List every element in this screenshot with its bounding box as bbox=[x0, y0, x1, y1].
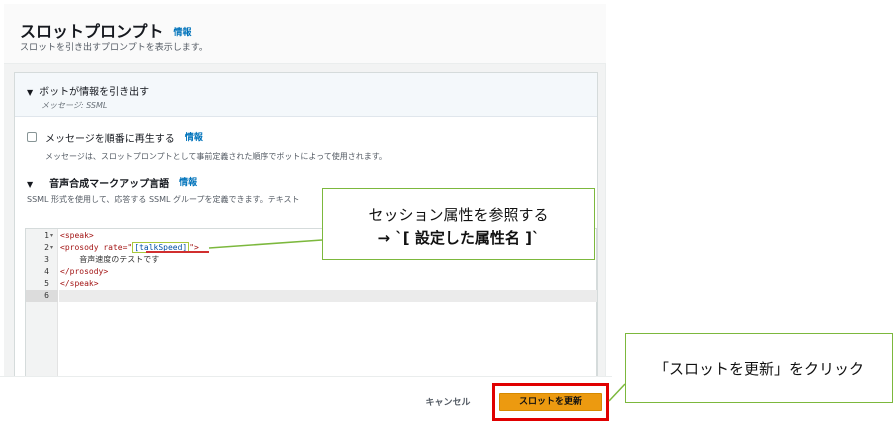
play-in-order-label: メッセージを順番に再生する 情報 bbox=[45, 130, 203, 145]
page-title: スロットプロンプト 情報 bbox=[20, 18, 192, 42]
code-token: </speak> bbox=[60, 279, 99, 288]
code-token: <prosody rate=" bbox=[60, 243, 133, 252]
cancel-button[interactable]: キャンセル bbox=[413, 393, 483, 413]
callout-text: → `[ 設定した属性名 ]` bbox=[377, 229, 540, 247]
panel-footer: キャンセル スロットを更新 bbox=[0, 376, 612, 429]
ssml-title-text: 音声合成マークアップ言語 bbox=[49, 179, 170, 190]
ssml-section-title[interactable]: ▼ 音声合成マークアップ言語 情報 bbox=[27, 175, 197, 190]
accordion-subtitle: メッセージ: SSML bbox=[41, 101, 108, 110]
fold-toggle-icon[interactable]: ▾ bbox=[50, 242, 53, 254]
update-slot-button[interactable]: スロットを更新 bbox=[499, 393, 602, 411]
code-token: 音声速度のテストです bbox=[60, 255, 160, 264]
fold-toggle-icon[interactable]: ▾ bbox=[50, 230, 53, 242]
play-in-order-label-text: メッセージを順番に再生する bbox=[45, 134, 175, 145]
code-line-3: 音声速度のテストです bbox=[60, 254, 159, 266]
line-number: 2 bbox=[44, 243, 49, 252]
code-line-1: <speak> bbox=[60, 230, 94, 242]
header-info-link[interactable]: 情報 bbox=[174, 28, 192, 38]
callout-text: セッション属性を参照する bbox=[368, 206, 549, 224]
code-line-4: </prosody> bbox=[60, 266, 108, 278]
line-number: 1 bbox=[44, 231, 49, 240]
page-subtitle: スロットを引き出すプロンプトを表示します。 bbox=[20, 43, 208, 53]
ssml-info-link[interactable]: 情報 bbox=[179, 178, 197, 188]
accordion-title: ▼ ボットが情報を引き出す bbox=[27, 83, 149, 98]
line-number: 5 bbox=[44, 279, 49, 288]
code-token: </prosody> bbox=[60, 267, 109, 276]
code-line-5: </speak> bbox=[60, 278, 99, 290]
line-number: 3 bbox=[44, 255, 49, 264]
attribute-underline-annotation bbox=[146, 251, 209, 253]
update-button-highlight-frame: スロットを更新 bbox=[492, 383, 609, 421]
play-in-order-info-link[interactable]: 情報 bbox=[185, 133, 203, 143]
accordion-title-text: ボットが情報を引き出す bbox=[39, 87, 150, 98]
line-number: 6 bbox=[44, 291, 49, 300]
click-update-callout: 「スロットを更新」をクリック bbox=[625, 333, 893, 403]
page-title-text: スロットプロンプト bbox=[20, 22, 164, 41]
panel-header: スロットプロンプト 情報 スロットを引き出すプロンプトを表示します。 bbox=[4, 4, 606, 64]
line-number: 4 bbox=[44, 267, 49, 276]
callout-text: 「スロットを更新」をクリック bbox=[653, 360, 864, 378]
active-line-highlight bbox=[59, 290, 597, 302]
session-attribute-callout: セッション属性を参照する → `[ 設定した属性名 ]` bbox=[322, 188, 595, 260]
bot-elicits-accordion[interactable]: ▼ ボットが情報を引き出す メッセージ: SSML bbox=[15, 73, 597, 117]
editor-gutter: 1 2 3 4 5 6 ▾ ▾ bbox=[26, 229, 58, 379]
code-token: <speak> bbox=[60, 231, 94, 240]
play-in-order-description: メッセージは、スロットプロンプトとして事前定義された順序でボットによって使用され… bbox=[45, 152, 387, 161]
ssml-description: SSML 形式を使用して、応答する SSML グループを定義できます。テキスト bbox=[27, 195, 300, 204]
play-in-order-checkbox[interactable] bbox=[27, 132, 37, 142]
caret-down-icon: ▼ bbox=[27, 88, 34, 97]
caret-down-icon: ▼ bbox=[27, 180, 34, 189]
